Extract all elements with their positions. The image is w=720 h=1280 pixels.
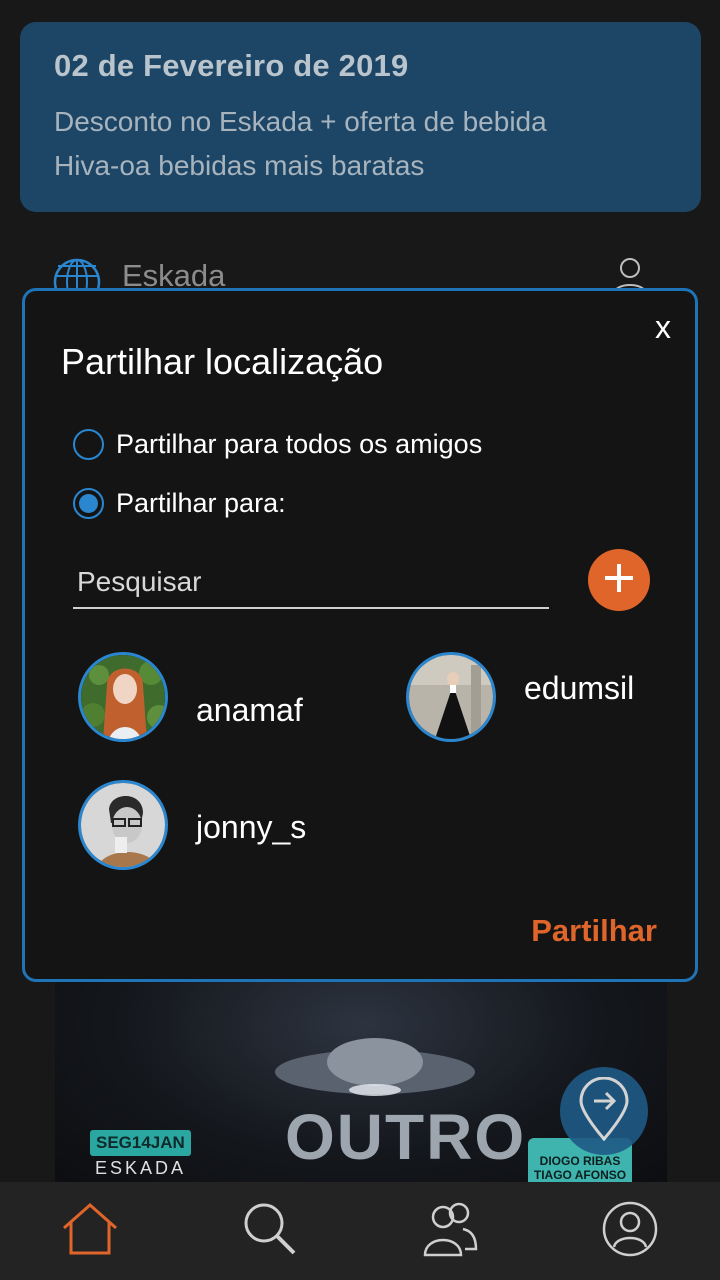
friend-username: anamaf: [196, 691, 303, 728]
radio-button[interactable]: [73, 429, 104, 460]
home-icon: [61, 1202, 119, 1261]
event-description: Desconto no Eskada + oferta de bebida Hi…: [54, 100, 667, 188]
friend-item[interactable]: jonny_s: [78, 780, 306, 870]
radio-selected-dot: [79, 494, 98, 513]
nav-home[interactable]: [50, 1191, 130, 1271]
close-button[interactable]: x: [655, 309, 671, 346]
radio-share-selected[interactable]: Partilhar para:: [73, 488, 286, 519]
plus-icon: [602, 561, 636, 600]
poster-date-badge: SEG14JAN: [90, 1130, 191, 1156]
dialog-title: Partilhar localização: [61, 341, 384, 382]
radio-label: Partilhar para todos os amigos: [116, 429, 483, 459]
friend-username: jonny_s: [196, 808, 307, 845]
friend-item[interactable]: anamaf: [78, 652, 303, 742]
add-friend-button[interactable]: [588, 549, 650, 611]
event-description-line: Desconto no Eskada + oferta de bebida: [54, 106, 547, 137]
nav-friends[interactable]: [410, 1191, 490, 1271]
location-arrow-icon: [577, 1076, 631, 1146]
avatar: [78, 780, 168, 870]
poster-artist: TIAGO AFONSO: [533, 1168, 627, 1182]
radio-label: Partilhar para:: [116, 488, 286, 518]
radio-share-all[interactable]: Partilhar para todos os amigos: [73, 429, 482, 460]
profile-icon: [601, 1200, 659, 1263]
nav-profile[interactable]: [590, 1191, 670, 1271]
search-icon: [242, 1201, 298, 1262]
poster-title: OUTRO: [285, 1101, 527, 1173]
avatar: [406, 652, 496, 742]
search-input[interactable]: [73, 557, 549, 609]
friend-item[interactable]: edumsil: [406, 652, 634, 742]
map-location-button[interactable]: [560, 1067, 648, 1155]
event-card[interactable]: 02 de Fevereiro de 2019 Desconto no Eska…: [20, 22, 701, 212]
radio-button[interactable]: [73, 488, 104, 519]
event-date: 02 de Fevereiro de 2019: [54, 48, 409, 83]
venue-row[interactable]: Eskada: [50, 252, 650, 306]
poster-brand: ESKADA: [95, 1158, 187, 1178]
event-description-line: Hiva-oa bebidas mais baratas: [54, 150, 425, 181]
friend-username: edumsil: [524, 670, 635, 706]
nav-search[interactable]: [230, 1191, 310, 1271]
bottom-navigation: [0, 1182, 720, 1280]
share-button[interactable]: Partilhar: [531, 913, 657, 949]
friends-icon: [421, 1201, 479, 1262]
poster-artist: DIOGO RIBAS: [539, 1154, 621, 1168]
share-location-dialog: x Partilhar localização Partilhar para t…: [22, 288, 698, 982]
avatar: [78, 652, 168, 742]
